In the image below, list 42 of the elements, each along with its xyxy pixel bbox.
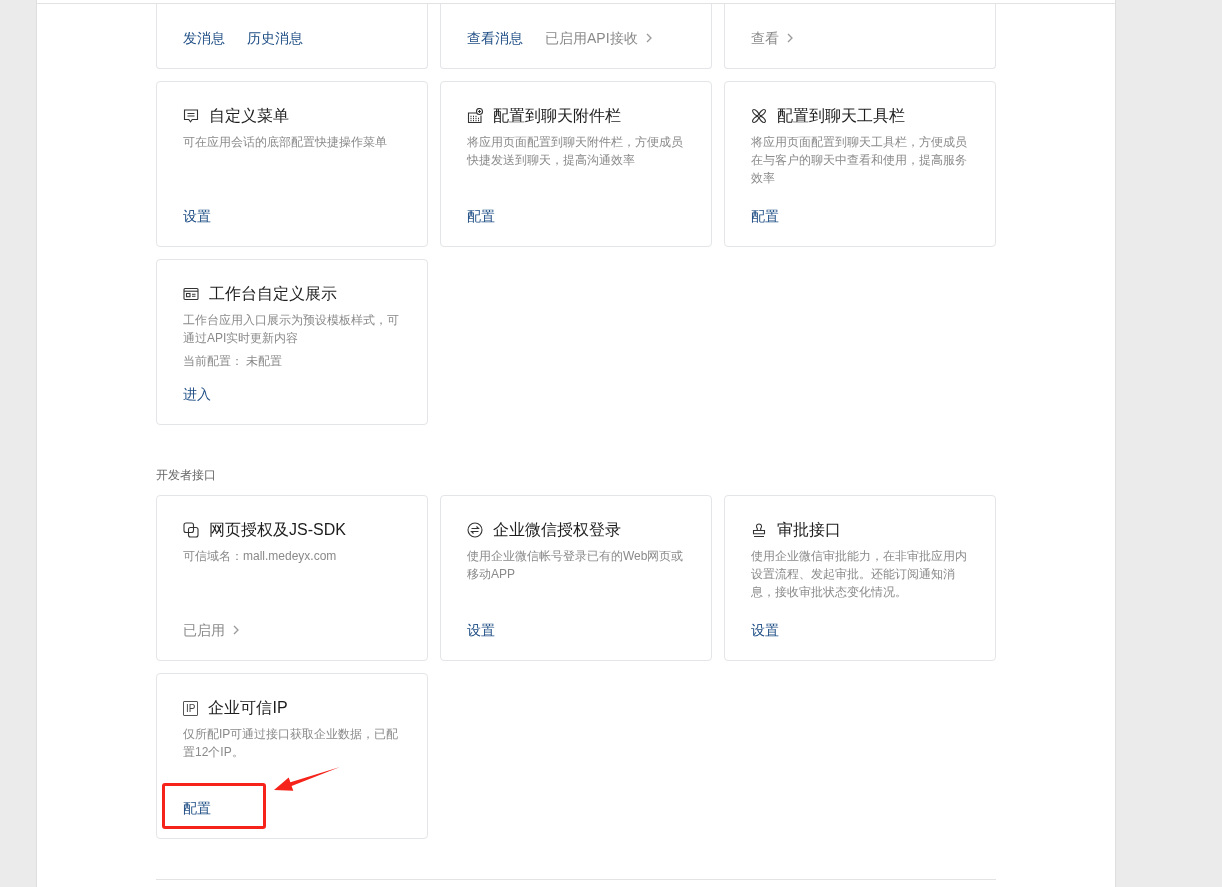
action-link[interactable]: 进入 [183,384,211,404]
card-title: 配置到聊天附件栏 [493,106,621,126]
status-link[interactable]: 已启用API接收 [545,28,652,48]
keyboard-plus-icon [467,108,483,124]
section-title: 开发者接口 [156,467,216,484]
card-description: 可信域名：mall.medeyx.com [183,548,338,565]
config-status: 当前配置： 未配置 [183,353,284,370]
id-card-icon [183,286,199,302]
ip-tag: IP [183,700,199,716]
action-link[interactable]: 设置 [183,206,211,226]
chevron-right-icon [787,33,793,43]
card-title: 企业可信IP [208,698,288,718]
action-link[interactable]: 设置 [467,620,495,640]
action-link[interactable]: 设置 [751,620,779,640]
four-leaf-icon [751,108,767,124]
action-link[interactable]: 配置 [183,798,211,818]
action-link[interactable]: 历史消息 [247,28,303,48]
overlap-squares-icon [183,522,199,538]
chevron-right-icon [645,33,652,43]
message-icon [183,108,199,124]
chevron-right-icon [233,625,239,635]
card-description: 仅所配IP可通过接口获取企业数据，已配置12个IP。 [183,726,400,761]
card-description: 可在应用会话的底部配置快捷操作菜单 [183,134,388,151]
card-description: 将应用页面配置到聊天工具栏，方便成员在与客户的聊天中查看和使用，提高服务效率 [751,134,968,187]
stamp-icon [751,522,767,538]
card-description: 将应用页面配置到聊天附件栏，方便成员快捷发送到聊天，提高沟通效率 [467,134,684,169]
swap-circle-icon [467,522,483,538]
status-link[interactable]: 查看 [751,28,793,48]
action-link[interactable]: 发消息 [183,28,225,48]
card-title: 配置到聊天工具栏 [777,106,905,126]
card-description: 工作台应用入口展示为预设模板样式，可通过API实时更新内容 [183,312,400,347]
card-description: 使用企业微信审批能力，在非审批应用内设置流程、发起审批。还能订阅通知消息，接收审批状态变化情况。 [751,548,968,601]
action-link[interactable]: 配置 [751,206,779,226]
card-title: 工作台自定义展示 [209,284,337,304]
card-title: 网页授权及JS-SDK [209,520,346,540]
card-title: 企业微信授权登录 [493,520,621,540]
status-link[interactable]: 已启用 [183,620,239,640]
card-description: 使用企业微信帐号登录已有的Web网页或移动APP [467,548,685,583]
card-title: 审批接口 [777,520,841,540]
action-link[interactable]: 配置 [467,206,495,226]
card-title: 自定义菜单 [209,106,289,126]
action-link[interactable]: 查看消息 [467,28,523,48]
